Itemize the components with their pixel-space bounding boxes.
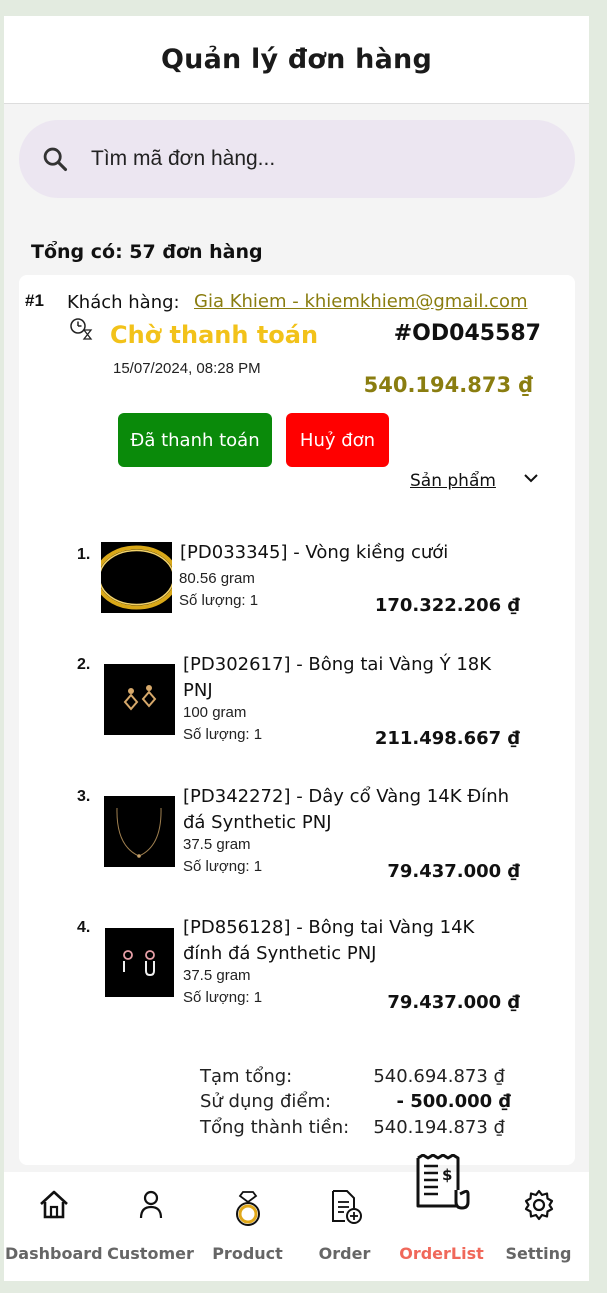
- header: Quản lý đơn hàng: [4, 16, 589, 104]
- chevron-down-icon[interactable]: [522, 469, 540, 487]
- points-label: Sử dụng điểm:: [200, 1091, 332, 1112]
- gear-icon: [524, 1189, 553, 1221]
- nav-label: Dashboard: [5, 1244, 103, 1263]
- pending-clock-icon: [70, 318, 93, 340]
- item-number: 3.: [77, 788, 91, 805]
- item-weight: 37.5 gram: [183, 836, 251, 853]
- item-quantity: Số lượng: 1: [183, 989, 263, 1006]
- item-price: 170.322.206 ₫: [374, 595, 520, 616]
- nav-label: Product: [212, 1244, 283, 1263]
- item-number: 4.: [77, 919, 91, 936]
- subtotal-value: 540.694.873 ₫: [373, 1066, 505, 1087]
- order-amount: 540.194.873 ₫: [363, 373, 533, 397]
- subtotal-label: Tạm tổng:: [200, 1066, 293, 1087]
- item-name: [PD302617] - Bông tai Vàng Ý 18K PNJ: [183, 654, 492, 701]
- order-document-icon: [331, 1190, 362, 1224]
- item-number: 2.: [77, 656, 91, 673]
- item-number: 1.: [77, 546, 91, 563]
- search-input[interactable]: [91, 147, 511, 171]
- order-datetime: 15/07/2024, 08:28 PM: [113, 360, 261, 377]
- svg-text:$: $: [442, 1166, 452, 1184]
- nav-label: Customer: [107, 1244, 194, 1263]
- item-price: 79.437.000 ₫: [387, 992, 520, 1013]
- item-name: [PD342272] - Dây cổ Vàng 14K Đính đá Syn…: [183, 786, 510, 833]
- points-value: - 500.000 ₫: [396, 1091, 511, 1112]
- order-card: #1 Khách hàng: Gia Khiem - khiemkhiem@gm…: [19, 275, 575, 1165]
- search-icon: [43, 147, 68, 172]
- product-item: 2. [PD302617] - Bông tai Vàng Ý 18K PNJ …: [19, 652, 575, 762]
- nav-customer[interactable]: Customer: [102, 1172, 199, 1281]
- item-weight: 37.5 gram: [183, 967, 251, 984]
- mark-paid-button[interactable]: Đã thanh toán: [118, 413, 272, 467]
- nav-label: Order: [318, 1244, 371, 1263]
- order-status: Chờ thanh toán: [110, 321, 319, 349]
- product-item: 4. [PD856128] - Bông tai Vàng 14K đính đ…: [19, 915, 575, 1025]
- order-count: Tổng có: 57 đơn hàng: [31, 241, 263, 263]
- user-icon: [139, 1190, 162, 1219]
- order-index: #1: [25, 291, 44, 310]
- customer-link[interactable]: Gia Khiem - khiemkhiem@gmail.com: [194, 291, 528, 312]
- nav-order[interactable]: Order: [296, 1172, 393, 1281]
- item-name: [PD856128] - Bông tai Vàng 14K đính đá S…: [183, 917, 475, 964]
- grand-total-value: 540.194.873 ₫: [373, 1117, 505, 1138]
- product-item: 3. [PD342272] - Dây cổ Vàng 14K Đính đá …: [19, 784, 575, 894]
- customer-label: Khách hàng:: [67, 292, 180, 313]
- item-price: 79.437.000 ₫: [387, 861, 520, 882]
- receipt-icon[interactable]: $: [412, 1154, 474, 1212]
- order-code: #OD045587: [393, 321, 541, 346]
- earring-image: [105, 928, 174, 997]
- item-quantity: Số lượng: 1: [183, 858, 263, 875]
- product-item: 1. [PD033345] - Vòng kiềng cưới 80.56 gr…: [19, 540, 575, 630]
- page-title: Quản lý đơn hàng: [161, 44, 432, 75]
- bangle-image: [94, 542, 179, 613]
- home-icon: [39, 1190, 68, 1219]
- grand-total-label: Tổng thành tiền:: [200, 1117, 350, 1138]
- bottom-nav: Dashboard Customer Product Order OrderLi…: [4, 1172, 589, 1281]
- ring-icon: [235, 1191, 260, 1226]
- item-quantity: Số lượng: 1: [183, 726, 263, 743]
- app-frame: Quản lý đơn hàng Tổng có: 57 đơn hàng #1…: [4, 16, 589, 1281]
- item-weight: 100 gram: [183, 704, 247, 721]
- nav-label: Setting: [505, 1244, 572, 1263]
- search-bar[interactable]: [19, 120, 575, 198]
- earring-image: [104, 664, 175, 735]
- nav-product[interactable]: Product: [199, 1172, 296, 1281]
- nav-label: OrderList: [399, 1244, 484, 1263]
- necklace-image: [104, 796, 175, 867]
- item-quantity: Số lượng: 1: [179, 592, 259, 609]
- item-name: [PD033345] - Vòng kiềng cưới: [180, 542, 449, 563]
- item-weight: 80.56 gram: [179, 570, 255, 587]
- products-toggle[interactable]: Sản phẩm: [410, 471, 496, 491]
- cancel-order-button[interactable]: Huỷ đơn: [286, 413, 389, 467]
- nav-dashboard[interactable]: Dashboard: [5, 1172, 103, 1281]
- nav-setting[interactable]: Setting: [490, 1172, 587, 1281]
- item-price: 211.498.667 ₫: [374, 728, 520, 749]
